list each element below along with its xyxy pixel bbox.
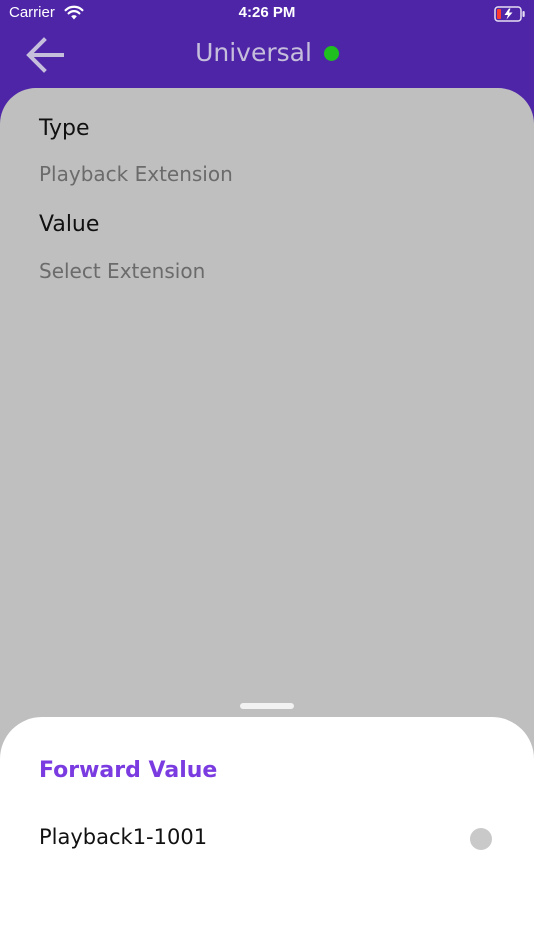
radio-button[interactable] (470, 828, 492, 850)
option-label: Playback1-1001 (39, 825, 208, 849)
value-label: Value (39, 212, 100, 237)
type-value: Playback Extension (39, 162, 233, 186)
type-label: Type (39, 116, 90, 141)
sheet-drag-handle[interactable] (240, 703, 294, 709)
header-title-group: Universal (0, 38, 534, 67)
status-bar: Carrier 4:26 PM (0, 0, 534, 28)
option-playback1-1001[interactable]: Playback1-1001 (0, 813, 534, 865)
connection-status-dot (323, 46, 339, 61)
value-selector[interactable]: Select Extension (39, 259, 205, 283)
bottom-sheet: Forward Value Playback1-1001 (0, 717, 534, 950)
battery-charging-icon (494, 6, 525, 22)
status-time: 4:26 PM (238, 4, 296, 21)
page-title: Universal (195, 38, 312, 67)
header: Universal (0, 28, 534, 90)
sheet-title: Forward Value (39, 758, 218, 783)
